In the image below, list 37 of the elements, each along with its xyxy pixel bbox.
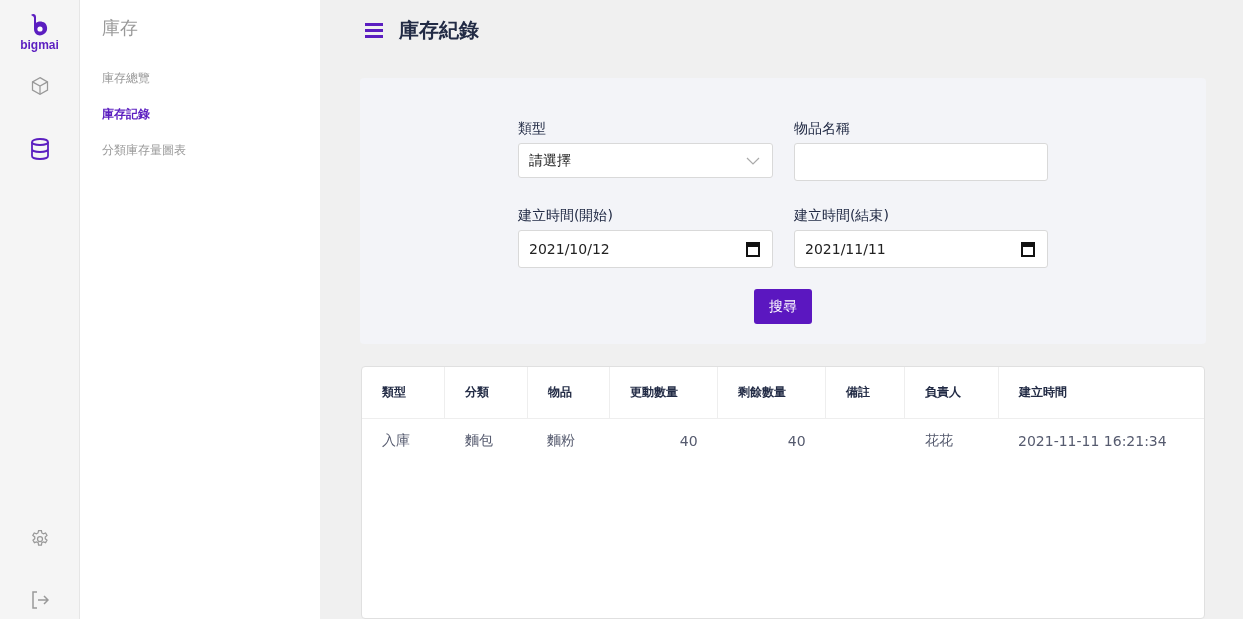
column-header: 物品 xyxy=(527,367,610,418)
column-header: 分類 xyxy=(444,367,528,418)
date-field[interactable]: 2021/11/11 xyxy=(794,230,1048,268)
logo[interactable]: bigmai xyxy=(20,12,59,52)
table-cell: 40 xyxy=(609,418,718,463)
field-label: 建立時間(開始) xyxy=(518,207,613,225)
column-header: 負責人 xyxy=(904,367,998,418)
table-cell: 麵粉 xyxy=(527,418,610,463)
table-cell: 麵包 xyxy=(444,418,528,463)
page-title: 庫存紀錄 xyxy=(399,16,479,44)
menu-icon[interactable] xyxy=(365,22,383,38)
search-button[interactable]: 搜尋 xyxy=(754,289,812,324)
submenu-title: 庫存 xyxy=(102,16,139,40)
box-icon[interactable] xyxy=(29,76,50,96)
type-select[interactable]: 請選擇 xyxy=(518,143,773,178)
table-cell: 40 xyxy=(717,418,826,463)
field-label: 建立時間(結束) xyxy=(794,207,889,225)
column-header: 更動數量 xyxy=(609,367,718,418)
name-input-field[interactable] xyxy=(794,143,1048,181)
logout-icon[interactable] xyxy=(30,591,49,609)
table-cell: 花花 xyxy=(904,418,998,463)
database-icon[interactable] xyxy=(29,138,50,160)
calendar-icon[interactable] xyxy=(1021,241,1035,257)
logo-text: bigmai xyxy=(20,39,59,52)
table-cell: 入庫 xyxy=(362,418,445,463)
submenu-item[interactable]: 庫存記錄 xyxy=(102,106,150,122)
column-header: 類型 xyxy=(362,367,445,418)
table-cell: 2021-11-11 16:21:34 xyxy=(998,418,1204,463)
column-header: 建立時間 xyxy=(998,367,1204,418)
chevron-down-icon xyxy=(746,156,760,165)
date-field[interactable]: 2021/10/12 xyxy=(518,230,773,268)
field-label: 類型 xyxy=(518,120,546,138)
calendar-icon[interactable] xyxy=(746,241,760,257)
settings-icon[interactable] xyxy=(29,529,50,549)
field-label: 物品名稱 xyxy=(794,120,850,138)
column-header: 備註 xyxy=(825,367,905,418)
column-header: 剩餘數量 xyxy=(717,367,826,418)
